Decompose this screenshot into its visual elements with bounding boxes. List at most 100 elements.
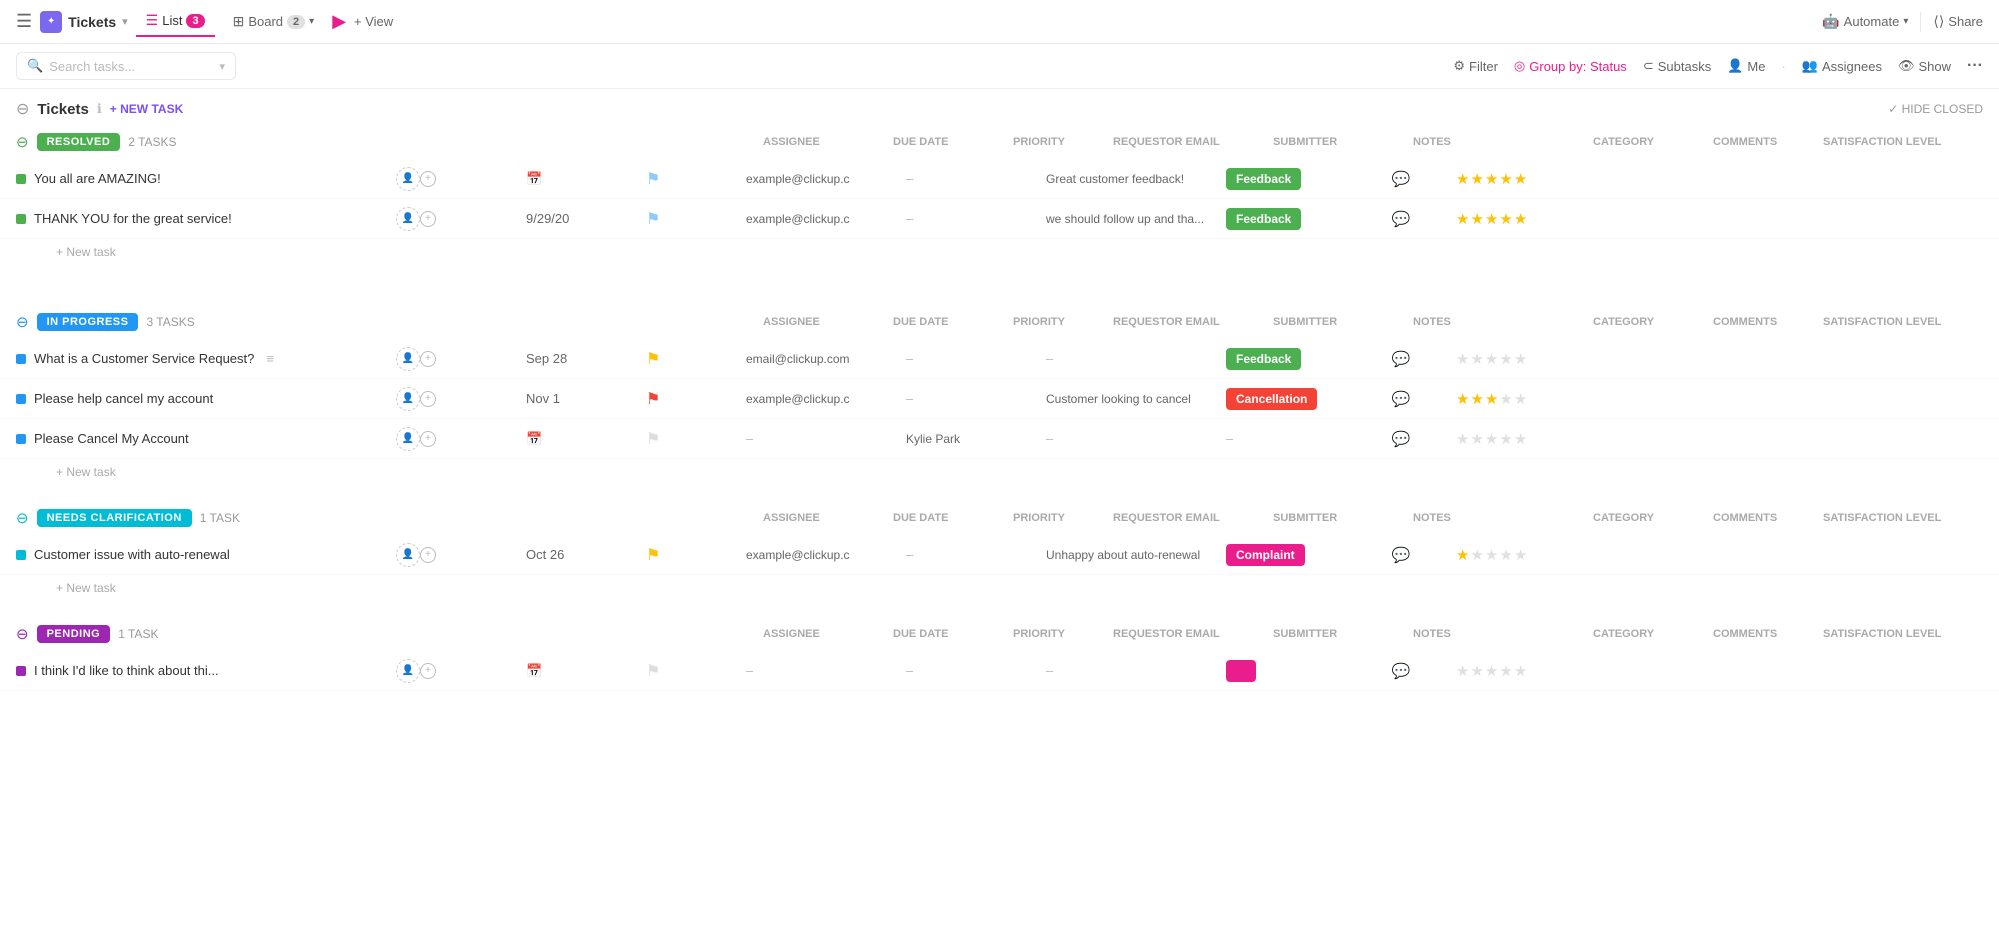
assignees-label: Assignees: [1822, 59, 1882, 74]
task-row[interactable]: You all are AMAZING! 👤 + 📅 ⚑ example@cli…: [0, 159, 1999, 199]
task-label: What is a Customer Service Request?: [34, 351, 254, 366]
section-clarification-header: ⊖ NEEDS CLARIFICATION 1 TASK ASSIGNEE DU…: [0, 501, 1999, 535]
inprogress-status-badge: IN PROGRESS: [37, 313, 139, 331]
avatar[interactable]: 👤: [396, 167, 420, 191]
logo-arrow-icon: ▾: [122, 15, 128, 28]
date-cell: Oct 26: [526, 547, 646, 562]
stars-cell: ★★★★★: [1456, 210, 1616, 228]
category-badge: Feedback: [1226, 208, 1301, 230]
collapse-icon[interactable]: ⊖: [16, 99, 29, 119]
main-content: ⊖ RESOLVED 2 TASKS ASSIGNEE DUE DATE PRI…: [0, 125, 1999, 691]
hide-closed-btn[interactable]: ✓ HIDE CLOSED: [1888, 102, 1983, 116]
add-view-btn[interactable]: + View: [354, 14, 393, 29]
comments-cell[interactable]: 💬: [1346, 350, 1456, 368]
task-name: THANK YOU for the great service!: [16, 211, 396, 226]
task-menu-icon[interactable]: ≡: [266, 351, 274, 366]
play-icon[interactable]: ▶: [332, 11, 346, 32]
avatar[interactable]: 👤: [396, 387, 420, 411]
assignee-cell: 👤 +: [396, 207, 526, 231]
col-task: [205, 136, 763, 148]
nav-right: 🤖 Automate ▾ ⟨⟩ Share: [1822, 12, 1983, 32]
comments-cell[interactable]: 💬: [1346, 546, 1456, 564]
task-name: What is a Customer Service Request? ≡: [16, 351, 396, 366]
clarification-task-count: 1 TASK: [200, 511, 240, 525]
task-row[interactable]: Please Cancel My Account 👤 + 📅 ⚑ – Kylie…: [0, 419, 1999, 459]
resolved-toggle-icon[interactable]: ⊖: [16, 133, 29, 151]
task-name: Please Cancel My Account: [16, 431, 396, 446]
add-assignee-icon[interactable]: +: [420, 211, 436, 227]
add-assignee-icon[interactable]: +: [420, 431, 436, 447]
info-icon[interactable]: ℹ: [97, 101, 102, 117]
task-label: Please Cancel My Account: [34, 431, 189, 446]
new-task-link[interactable]: + New task: [0, 459, 1999, 485]
task-dot: [16, 394, 26, 404]
tab-list[interactable]: ☰ List 3: [136, 6, 215, 37]
section-resolved: ⊖ RESOLVED 2 TASKS ASSIGNEE DUE DATE PRI…: [0, 125, 1999, 265]
resolved-status-badge: RESOLVED: [37, 133, 121, 151]
assignees-btn[interactable]: 👥 Assignees: [1802, 58, 1882, 74]
assignee-cell: 👤 +: [396, 543, 526, 567]
comments-cell[interactable]: 💬: [1346, 210, 1456, 228]
subtasks-btn[interactable]: ⊂ Subtasks: [1643, 58, 1711, 74]
comments-cell[interactable]: 💬: [1346, 662, 1456, 680]
priority-cell: ⚑: [646, 389, 746, 409]
add-assignee-icon[interactable]: +: [420, 547, 436, 563]
category-badge: Feedback: [1226, 168, 1301, 190]
search-box[interactable]: 🔍 Search tasks... ▾: [16, 52, 236, 80]
subtasks-icon: ⊂: [1643, 58, 1654, 74]
submitter-cell: Kylie Park: [906, 432, 1046, 446]
tab-board[interactable]: ⊞ Board 2 ▾: [223, 7, 325, 36]
task-dot: [16, 214, 26, 224]
notes-cell: –: [1046, 351, 1226, 366]
avatar[interactable]: 👤: [396, 659, 420, 683]
pending-toggle-icon[interactable]: ⊖: [16, 625, 29, 643]
group-by-btn[interactable]: ◎ Group by: Status: [1514, 58, 1627, 74]
dot-separator: ·: [1781, 59, 1785, 74]
add-assignee-icon[interactable]: +: [420, 391, 436, 407]
avatar[interactable]: 👤: [396, 427, 420, 451]
comments-cell[interactable]: 💬: [1346, 170, 1456, 188]
add-assignee-icon[interactable]: +: [420, 663, 436, 679]
section-clarification: ⊖ NEEDS CLARIFICATION 1 TASK ASSIGNEE DU…: [0, 501, 1999, 601]
inprogress-task-count: 3 TASKS: [146, 315, 194, 329]
priority-cell: ⚑: [646, 169, 746, 189]
menu-icon[interactable]: ☰: [16, 11, 32, 32]
task-row[interactable]: Customer issue with auto-renewal 👤 + Oct…: [0, 535, 1999, 575]
nav-divider: [1920, 12, 1921, 32]
search-placeholder: Search tasks...: [49, 59, 135, 74]
share-btn[interactable]: ⟨⟩ Share: [1933, 13, 1983, 30]
comments-cell[interactable]: 💬: [1346, 390, 1456, 408]
task-row[interactable]: I think I'd like to think about thi... 👤…: [0, 651, 1999, 691]
new-task-btn[interactable]: + NEW TASK: [110, 102, 183, 116]
more-btn[interactable]: ···: [1967, 57, 1983, 75]
page-header: ⊖ Tickets ℹ + NEW TASK ✓ HIDE CLOSED: [0, 89, 1999, 125]
show-icon: 👁: [1898, 58, 1915, 74]
task-row[interactable]: THANK YOU for the great service! 👤 + 9/2…: [0, 199, 1999, 239]
avatar[interactable]: 👤: [396, 347, 420, 371]
show-btn[interactable]: 👁 Show: [1898, 58, 1951, 74]
me-btn[interactable]: 👤 Me: [1727, 58, 1765, 74]
avatar[interactable]: 👤: [396, 543, 420, 567]
task-row[interactable]: What is a Customer Service Request? ≡ 👤 …: [0, 339, 1999, 379]
automate-btn[interactable]: 🤖 Automate ▾: [1822, 13, 1908, 30]
share-icon: ⟨⟩: [1933, 13, 1944, 30]
category-cell: Feedback: [1226, 171, 1346, 186]
new-task-link[interactable]: + New task: [0, 239, 1999, 265]
clarification-toggle-icon[interactable]: ⊖: [16, 509, 29, 527]
avatar[interactable]: 👤: [396, 207, 420, 231]
show-label: Show: [1918, 59, 1951, 74]
task-dot: [16, 666, 26, 676]
inprogress-col-headers: ASSIGNEE DUE DATE PRIORITY REQUESTOR EMA…: [223, 316, 1983, 328]
add-assignee-icon[interactable]: +: [420, 351, 436, 367]
task-row[interactable]: Please help cancel my account 👤 + Nov 1 …: [0, 379, 1999, 419]
filter-label: Filter: [1469, 59, 1498, 74]
logo-area[interactable]: ✦ Tickets ▾: [40, 11, 128, 33]
new-task-link[interactable]: + New task: [0, 575, 1999, 601]
add-assignee-icon[interactable]: +: [420, 171, 436, 187]
section-pending-header: ⊖ PENDING 1 TASK ASSIGNEE DUE DATE PRIOR…: [0, 617, 1999, 651]
filter-btn[interactable]: ⚙ Filter: [1453, 58, 1498, 74]
inprogress-toggle-icon[interactable]: ⊖: [16, 313, 29, 331]
category-badge: Feedback: [1226, 348, 1301, 370]
comments-cell[interactable]: 💬: [1346, 430, 1456, 448]
logo-label: Tickets: [68, 14, 116, 30]
